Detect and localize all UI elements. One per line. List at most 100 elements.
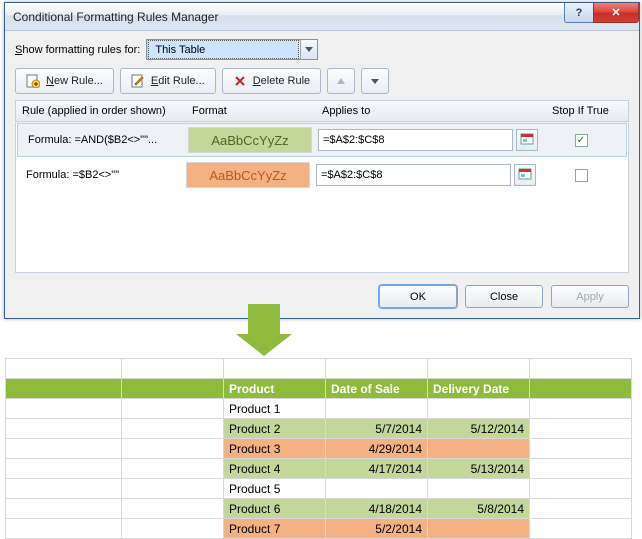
cell-product[interactable]: Product 3 bbox=[224, 439, 326, 459]
scope-label: Show formatting rules for: bbox=[15, 44, 140, 56]
stop-if-true-cell bbox=[536, 169, 626, 182]
close-window-button[interactable]: ✕ bbox=[593, 3, 639, 23]
cell[interactable] bbox=[530, 359, 632, 379]
header-product[interactable]: Product bbox=[224, 379, 326, 399]
rule-formula: Formula: =AND($B2<>""... bbox=[20, 134, 188, 146]
delete-rule-label: Delete Rule bbox=[253, 75, 311, 87]
cell[interactable] bbox=[530, 519, 632, 539]
toolbar: New Rule... Edit Rule... Delete Rule bbox=[15, 68, 629, 94]
cell[interactable] bbox=[122, 439, 224, 459]
cell[interactable] bbox=[530, 459, 632, 479]
cell[interactable] bbox=[6, 499, 122, 519]
chevron-down-icon bbox=[300, 40, 317, 59]
titlebar[interactable]: Conditional Formatting Rules Manager ? ✕ bbox=[5, 3, 639, 31]
cell[interactable] bbox=[122, 519, 224, 539]
spreadsheet: ProductDate of SaleDelivery DateProduct … bbox=[5, 358, 632, 539]
cell[interactable] bbox=[224, 359, 326, 379]
range-picker-button[interactable] bbox=[516, 129, 538, 151]
table-row: Product 44/17/20145/13/2014 bbox=[6, 459, 632, 479]
cell[interactable] bbox=[530, 479, 632, 499]
cell[interactable] bbox=[428, 359, 530, 379]
help-button[interactable]: ? bbox=[564, 3, 594, 23]
cell[interactable] bbox=[122, 479, 224, 499]
cell-sale[interactable]: 5/7/2014 bbox=[326, 419, 428, 439]
cell[interactable] bbox=[6, 359, 122, 379]
stop-if-true-cell: ✓ bbox=[538, 134, 624, 147]
apply-button[interactable]: Apply bbox=[551, 285, 629, 308]
cell-sale[interactable]: 5/2/2014 bbox=[326, 519, 428, 539]
rule-row[interactable]: Formula: =$B2<>""AaBbCcYyZz bbox=[16, 158, 628, 192]
cell[interactable] bbox=[530, 419, 632, 439]
cell-product[interactable]: Product 6 bbox=[224, 499, 326, 519]
cell[interactable] bbox=[122, 459, 224, 479]
col-header-stop: Stop If True bbox=[548, 105, 628, 117]
cell-delivery[interactable]: 5/13/2014 bbox=[428, 459, 530, 479]
dialog-title: Conditional Formatting Rules Manager bbox=[13, 10, 218, 24]
table-row: Product 75/2/2014 bbox=[6, 519, 632, 539]
cell[interactable] bbox=[6, 459, 122, 479]
move-up-button[interactable] bbox=[327, 68, 355, 94]
table-row: Product 1 bbox=[6, 399, 632, 419]
col-header-rule: Rule (applied in order shown) bbox=[16, 105, 186, 117]
cell-sale[interactable] bbox=[326, 399, 428, 419]
window-buttons: ? ✕ bbox=[565, 3, 639, 23]
cell-product[interactable]: Product 1 bbox=[224, 399, 326, 419]
cell-product[interactable]: Product 2 bbox=[224, 419, 326, 439]
cell[interactable] bbox=[530, 499, 632, 519]
move-down-button[interactable] bbox=[361, 68, 389, 94]
cell[interactable] bbox=[530, 379, 632, 399]
table-row bbox=[6, 359, 632, 379]
cell-delivery[interactable] bbox=[428, 439, 530, 459]
cell[interactable] bbox=[6, 419, 122, 439]
scope-row: Show formatting rules for: This Table bbox=[15, 39, 629, 60]
ok-button[interactable]: OK bbox=[379, 285, 457, 308]
arrow-down-icon bbox=[368, 74, 382, 88]
cell[interactable] bbox=[6, 439, 122, 459]
cell[interactable] bbox=[6, 519, 122, 539]
scope-combobox[interactable]: This Table bbox=[146, 39, 318, 60]
cell[interactable] bbox=[6, 399, 122, 419]
stop-if-true-checkbox[interactable]: ✓ bbox=[575, 134, 588, 147]
cell-product[interactable]: Product 4 bbox=[224, 459, 326, 479]
cell-sale[interactable] bbox=[326, 479, 428, 499]
table-header-row: ProductDate of SaleDelivery Date bbox=[6, 379, 632, 399]
range-picker-button[interactable] bbox=[514, 164, 536, 186]
close-icon: ✕ bbox=[611, 6, 620, 19]
cell-delivery[interactable]: 5/8/2014 bbox=[428, 499, 530, 519]
cell-product[interactable]: Product 7 bbox=[224, 519, 326, 539]
cell[interactable] bbox=[122, 419, 224, 439]
applies-to-input[interactable] bbox=[316, 164, 511, 186]
cell-delivery[interactable] bbox=[428, 399, 530, 419]
cell-sale[interactable]: 4/18/2014 bbox=[326, 499, 428, 519]
new-rule-label: New Rule... bbox=[46, 75, 103, 87]
cell[interactable] bbox=[6, 379, 122, 399]
arrow-up-icon bbox=[334, 74, 348, 88]
header-delivery[interactable]: Delivery Date bbox=[428, 379, 530, 399]
cell[interactable] bbox=[122, 359, 224, 379]
stop-if-true-checkbox[interactable] bbox=[575, 169, 588, 182]
delete-rule-icon bbox=[233, 74, 247, 88]
cell-delivery[interactable]: 5/12/2014 bbox=[428, 419, 530, 439]
cell[interactable] bbox=[530, 399, 632, 419]
close-button[interactable]: Close bbox=[465, 285, 543, 308]
cell-product[interactable]: Product 5 bbox=[224, 479, 326, 499]
cell[interactable] bbox=[122, 379, 224, 399]
new-rule-button[interactable]: New Rule... bbox=[15, 68, 114, 94]
header-sale[interactable]: Date of Sale bbox=[326, 379, 428, 399]
cell[interactable] bbox=[122, 399, 224, 419]
cell-sale[interactable]: 4/17/2014 bbox=[326, 459, 428, 479]
rules-list: Formula: =AND($B2<>""...AaBbCcYyZz✓Formu… bbox=[15, 123, 629, 273]
cell-delivery[interactable] bbox=[428, 519, 530, 539]
rule-row[interactable]: Formula: =AND($B2<>""...AaBbCcYyZz✓ bbox=[17, 123, 627, 157]
cell[interactable] bbox=[530, 439, 632, 459]
cell-sale[interactable]: 4/29/2014 bbox=[326, 439, 428, 459]
table-row: Product 64/18/20145/8/2014 bbox=[6, 499, 632, 519]
cell-delivery[interactable] bbox=[428, 479, 530, 499]
cell[interactable] bbox=[122, 499, 224, 519]
delete-rule-button[interactable]: Delete Rule bbox=[222, 68, 322, 94]
applies-to-input[interactable] bbox=[318, 129, 513, 151]
cell[interactable] bbox=[326, 359, 428, 379]
spreadsheet-grid[interactable]: ProductDate of SaleDelivery DateProduct … bbox=[5, 358, 632, 539]
edit-rule-button[interactable]: Edit Rule... bbox=[120, 68, 216, 94]
cell[interactable] bbox=[6, 479, 122, 499]
